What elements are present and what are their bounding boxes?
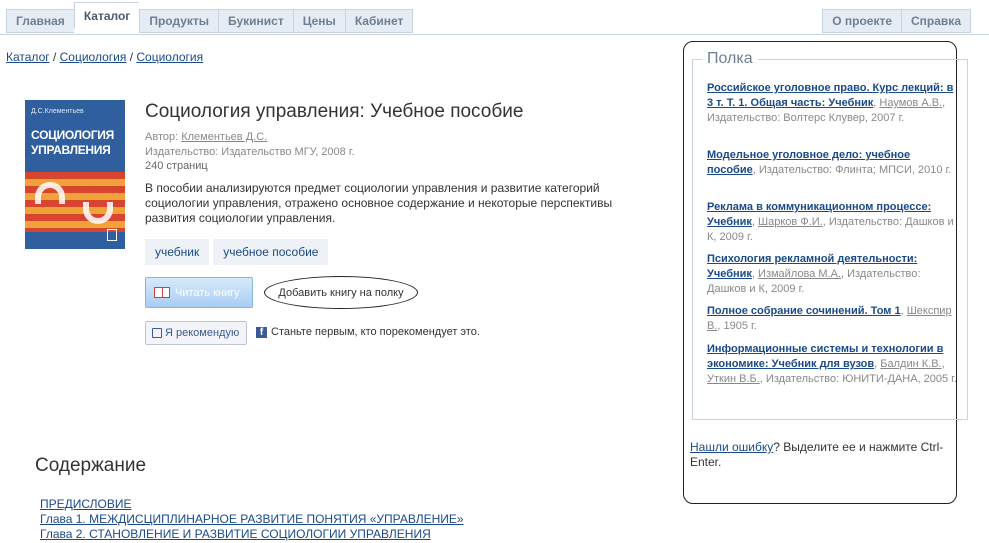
tag-study-guide[interactable]: учебное пособие [213, 239, 329, 265]
tag-textbook[interactable]: учебник [145, 239, 210, 265]
breadcrumb-catalog[interactable]: Каталог [6, 50, 50, 64]
cover-title-line2: УПРАВЛЕНИЯ [31, 143, 111, 157]
read-book-label: Читать книгу [175, 286, 240, 299]
book-cover: Д.С.Клементьев СОЦИОЛОГИЯ УПРАВЛЕНИЯ [25, 100, 125, 249]
book-author: Автор: Клементьев Д.С. [145, 131, 267, 143]
shelf-entry: Полное собрание сочинений. Том 1, Шекспи… [707, 305, 952, 332]
shelf-entry-author[interactable]: Уткин В.Б. [707, 373, 760, 385]
shelf-entry: Психология рекламной деятельности: Учебн… [707, 253, 921, 295]
read-book-button[interactable]: Читать книгу [145, 277, 253, 308]
publisher-logo-icon [107, 229, 117, 241]
found-error-link[interactable]: Нашли ошибку [690, 440, 773, 454]
shelf-entry-author[interactable]: Измайлова М.А. [758, 268, 841, 280]
shelf-entry: Модельное уголовное дело: учебное пособи… [707, 149, 952, 176]
tab-about[interactable]: О проекте [822, 9, 902, 33]
recommend-label: Я рекомендую [165, 327, 240, 339]
shelf-entry-pub: Издательство: ЮНИТИ-ДАНА, 2005 г. [765, 373, 957, 385]
cover-arrow-icon [35, 182, 65, 204]
tab-products[interactable]: Продукты [139, 9, 219, 33]
top-nav: Главная Каталог Продукты Букинист Цены К… [0, 0, 989, 35]
shelf-entry-title[interactable]: Полное собрание сочинений. Том 1 [707, 305, 901, 317]
breadcrumb-sociology-sub[interactable]: Социология [136, 50, 203, 64]
book-title: Социология управления: Учебное пособие [145, 101, 524, 122]
shelf-entry-author[interactable]: Наумов А.В. [879, 97, 942, 109]
open-book-icon [154, 287, 170, 298]
tab-bookseller[interactable]: Букинист [218, 9, 293, 33]
breadcrumb-sociology[interactable]: Социология [60, 50, 127, 64]
book-pages: 240 страниц [145, 160, 208, 172]
nav-left: Главная Каталог Продукты Букинист Цены К… [6, 2, 414, 33]
nav-right: О проекте Справка [822, 9, 971, 33]
tab-help[interactable]: Справка [901, 9, 971, 33]
toc-item[interactable]: Глава 1. МЕЖДИСЦИПЛИНАРНОЕ РАЗВИТИЕ ПОНЯ… [40, 512, 464, 526]
shelf-entry-pub: Издательство: Волтерс Клувер, 2007 г. [707, 112, 905, 124]
breadcrumb: Каталог / Социология / Социология [6, 50, 203, 64]
book-description: В пособии анализируются предмет социолог… [145, 181, 613, 225]
shelf-entry-author[interactable]: Балдин К.В. [880, 358, 941, 370]
tab-catalog[interactable]: Каталог [73, 2, 140, 29]
toc-item[interactable]: ПРЕДИСЛОВИЕ [40, 497, 132, 511]
shelf-entry-pub: Издательство: Флинта; МПСИ, 2010 г. [758, 164, 952, 176]
cover-author: Д.С.Клементьев [31, 108, 84, 115]
shelf-entry: Информационные системы и технологии в эк… [707, 343, 957, 385]
cover-title-line1: СОЦИОЛОГИЯ [31, 128, 114, 142]
contents-heading: Содержание [35, 455, 147, 476]
toc-item[interactable]: Глава 2. СТАНОВЛЕНИЕ И РАЗВИТИЕ СОЦИОЛОГ… [40, 527, 431, 541]
recommend-button[interactable]: Я рекомендую [145, 321, 247, 345]
author-link[interactable]: Клементьев Д.С. [181, 131, 267, 143]
shelf-entry-pub: 1905 г. [723, 320, 757, 332]
shelf-title: Полка [702, 50, 758, 68]
cover-title: СОЦИОЛОГИЯ УПРАВЛЕНИЯ [31, 128, 114, 158]
shelf-entry: Реклама в коммуникационном процессе: Уче… [707, 201, 954, 243]
author-label: Автор: [145, 131, 179, 143]
book-publisher: Издательство: Издательство МГУ, 2008 г. [145, 146, 355, 158]
thumbs-up-icon [152, 328, 162, 338]
error-report-note: Нашли ошибку? Выделите ее и нажмите Ctrl… [690, 440, 950, 470]
add-to-shelf-button[interactable]: Добавить книгу на полку [264, 276, 418, 309]
tag-list: учебник учебное пособие [145, 239, 329, 265]
tab-home[interactable]: Главная [6, 9, 74, 33]
tab-cabinet[interactable]: Кабинет [344, 9, 414, 33]
facebook-icon: f [256, 327, 267, 338]
shelf-entry-author[interactable]: Шарков Ф.И. [758, 216, 823, 228]
tab-prices[interactable]: Цены [292, 9, 345, 33]
facebook-prompt: Станьте первым, кто порекомендует это. [271, 326, 480, 338]
shelf-entry: Российское уголовное право. Курс лекций:… [707, 82, 954, 124]
breadcrumb-sep: / [52, 50, 60, 64]
